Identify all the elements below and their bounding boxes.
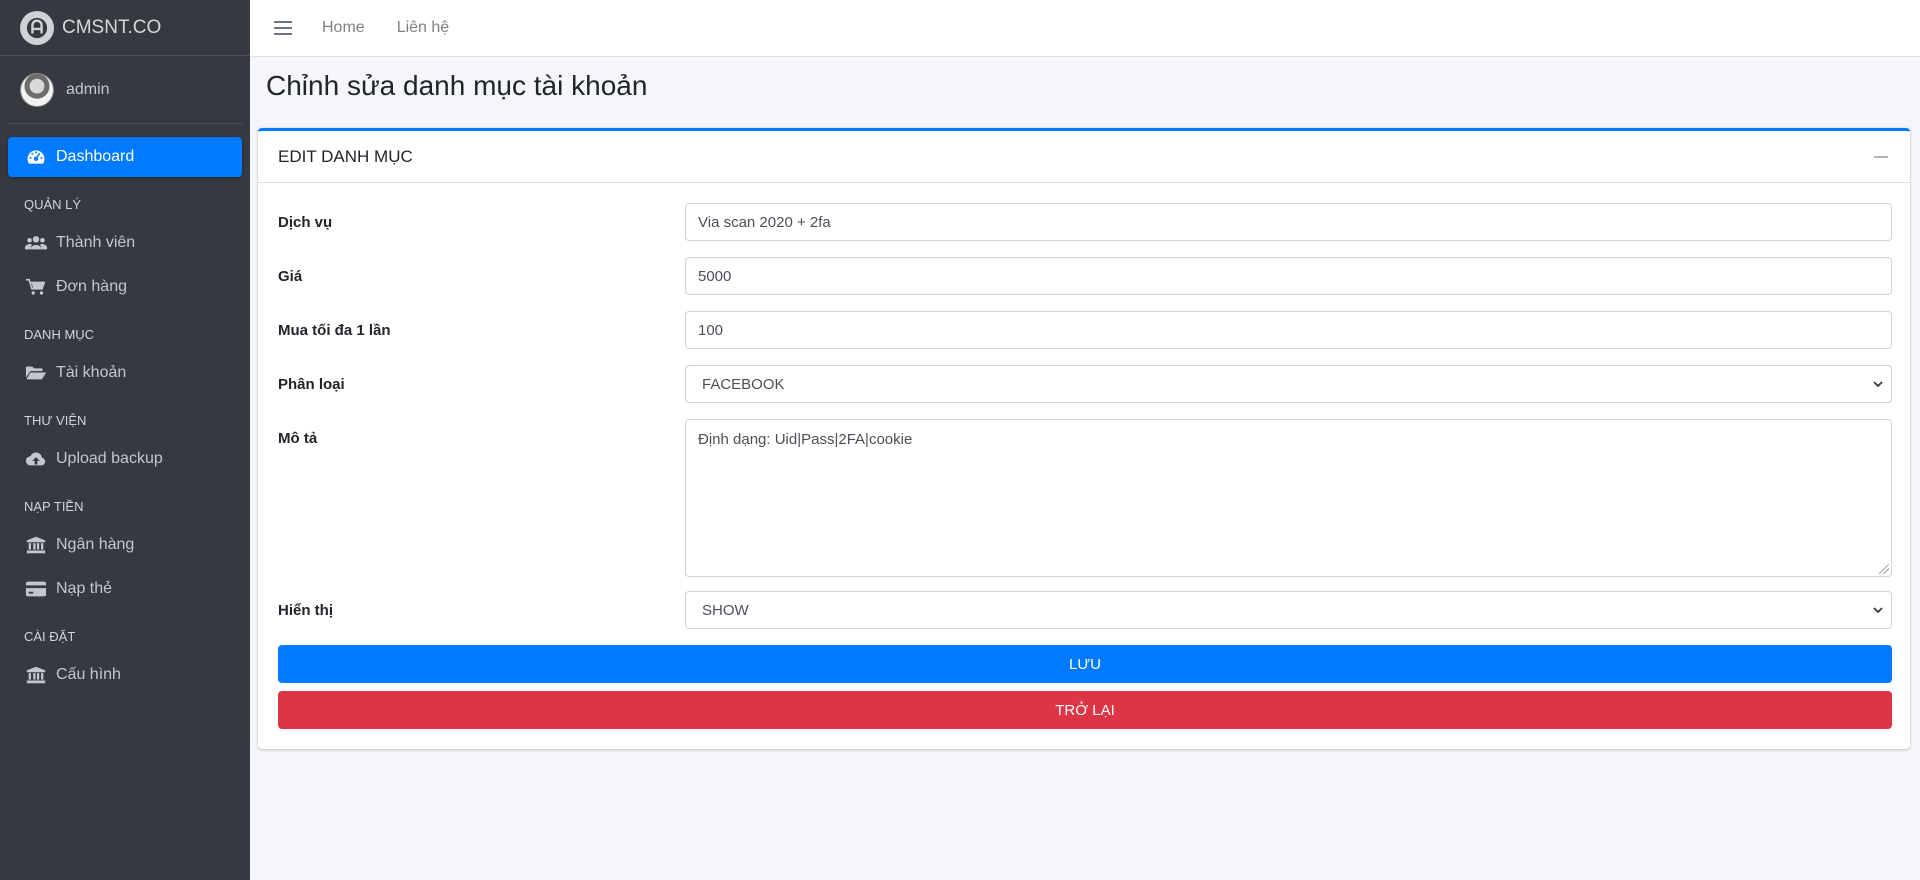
nav-header-library: THƯ VIỆN (24, 413, 87, 428)
save-button[interactable]: LƯU (278, 645, 1892, 683)
bank-icon (24, 665, 48, 685)
back-button[interactable]: TRỞ LẠI (278, 691, 1892, 729)
sidebar: CMSNT.CO admin Dashboard QUẢN LÝ Thành v… (0, 0, 250, 880)
sidebar-item-topup-card[interactable]: Nạp thẻ (8, 569, 242, 609)
display-selected-value: SHOW (702, 601, 749, 619)
sidebar-item-accounts[interactable]: Tài khoản (8, 353, 242, 393)
user-name: admin (66, 80, 110, 98)
description-label: Mô tả (278, 430, 318, 447)
category-label: Phân loại (278, 376, 345, 393)
collapse-icon[interactable] (1874, 155, 1888, 158)
nav-header-manage: QUẢN LÝ (24, 197, 82, 212)
nav-header-deposit: NẠP TIỀN (24, 499, 84, 514)
credit-card-icon (24, 579, 48, 599)
category-select[interactable]: FACEBOOK (685, 365, 1892, 403)
nav-link-home[interactable]: Home (322, 19, 365, 37)
menu-toggle-icon[interactable] (274, 21, 292, 35)
folder-open-icon (24, 363, 48, 383)
description-textarea[interactable]: Định dạng: Uid|Pass|2FA|cookie (685, 419, 1892, 577)
sidebar-item-label: Upload backup (56, 450, 163, 467)
sidebar-item-label: Tài khoản (56, 364, 127, 381)
sidebar-item-bank[interactable]: Ngân hàng (8, 525, 242, 565)
description-text: Định dạng: Uid|Pass|2FA|cookie (698, 431, 913, 448)
edit-category-card: EDIT DANH MỤC Dịch vụ Via scan 2020 + 2f… (258, 128, 1910, 749)
brand-logo-icon (20, 10, 54, 45)
shopping-cart-icon (24, 277, 48, 297)
sidebar-item-members[interactable]: Thành viên (8, 223, 242, 263)
nav-link-contact[interactable]: Liên hệ (397, 19, 450, 37)
avatar (20, 72, 54, 107)
sidebar-item-label: Thành viên (56, 234, 136, 251)
price-label: Giá (278, 268, 303, 285)
sidebar-item-label: Nạp thẻ (56, 580, 113, 597)
category-selected-value: FACEBOOK (702, 375, 785, 393)
sidebar-item-config[interactable]: Cấu hình (8, 655, 242, 695)
page-title: Chỉnh sửa danh mục tài khoản (266, 70, 648, 101)
bank-icon (24, 535, 48, 555)
sidebar-item-label: Ngân hàng (56, 536, 135, 553)
cloud-upload-icon (24, 449, 48, 469)
max-buy-input[interactable]: 100 (685, 311, 1892, 349)
max-buy-label: Mua tối đa 1 lần (278, 322, 391, 339)
sidebar-item-label: Dashboard (56, 148, 135, 165)
brand-link[interactable]: CMSNT.CO (0, 0, 250, 56)
sidebar-item-label: Đơn hàng (56, 278, 127, 295)
card-body: Dịch vụ Via scan 2020 + 2fa Giá 5000 Mua… (258, 183, 1910, 729)
users-icon (24, 233, 48, 253)
display-label: Hiển thị (278, 602, 333, 619)
card-header: EDIT DANH MỤC (258, 131, 1910, 183)
price-input[interactable]: 5000 (685, 257, 1892, 295)
sidebar-item-upload-backup[interactable]: Upload backup (8, 439, 242, 479)
service-label: Dịch vụ (278, 214, 333, 231)
chevron-down-icon (1873, 607, 1883, 614)
sidebar-item-orders[interactable]: Đơn hàng (8, 267, 242, 307)
user-panel[interactable]: admin (8, 56, 242, 124)
display-select[interactable]: SHOW (685, 591, 1892, 629)
service-input[interactable]: Via scan 2020 + 2fa (685, 203, 1892, 241)
tachometer-icon (24, 147, 48, 167)
sidebar-nav: Dashboard QUẢN LÝ Thành viên Đơn hàng DA… (0, 137, 250, 695)
sidebar-item-dashboard[interactable]: Dashboard (8, 137, 242, 177)
card-title: EDIT DANH MỤC (278, 146, 413, 166)
brand-name: CMSNT.CO (62, 16, 162, 38)
sidebar-item-label: Cấu hình (56, 666, 121, 683)
top-navbar: Home Liên hệ (250, 0, 1920, 57)
resize-handle-icon[interactable] (1879, 564, 1889, 574)
chevron-down-icon (1873, 381, 1883, 388)
nav-header-category: DANH MỤC (24, 327, 95, 342)
nav-header-settings: CÀI ĐẶT (24, 629, 76, 644)
